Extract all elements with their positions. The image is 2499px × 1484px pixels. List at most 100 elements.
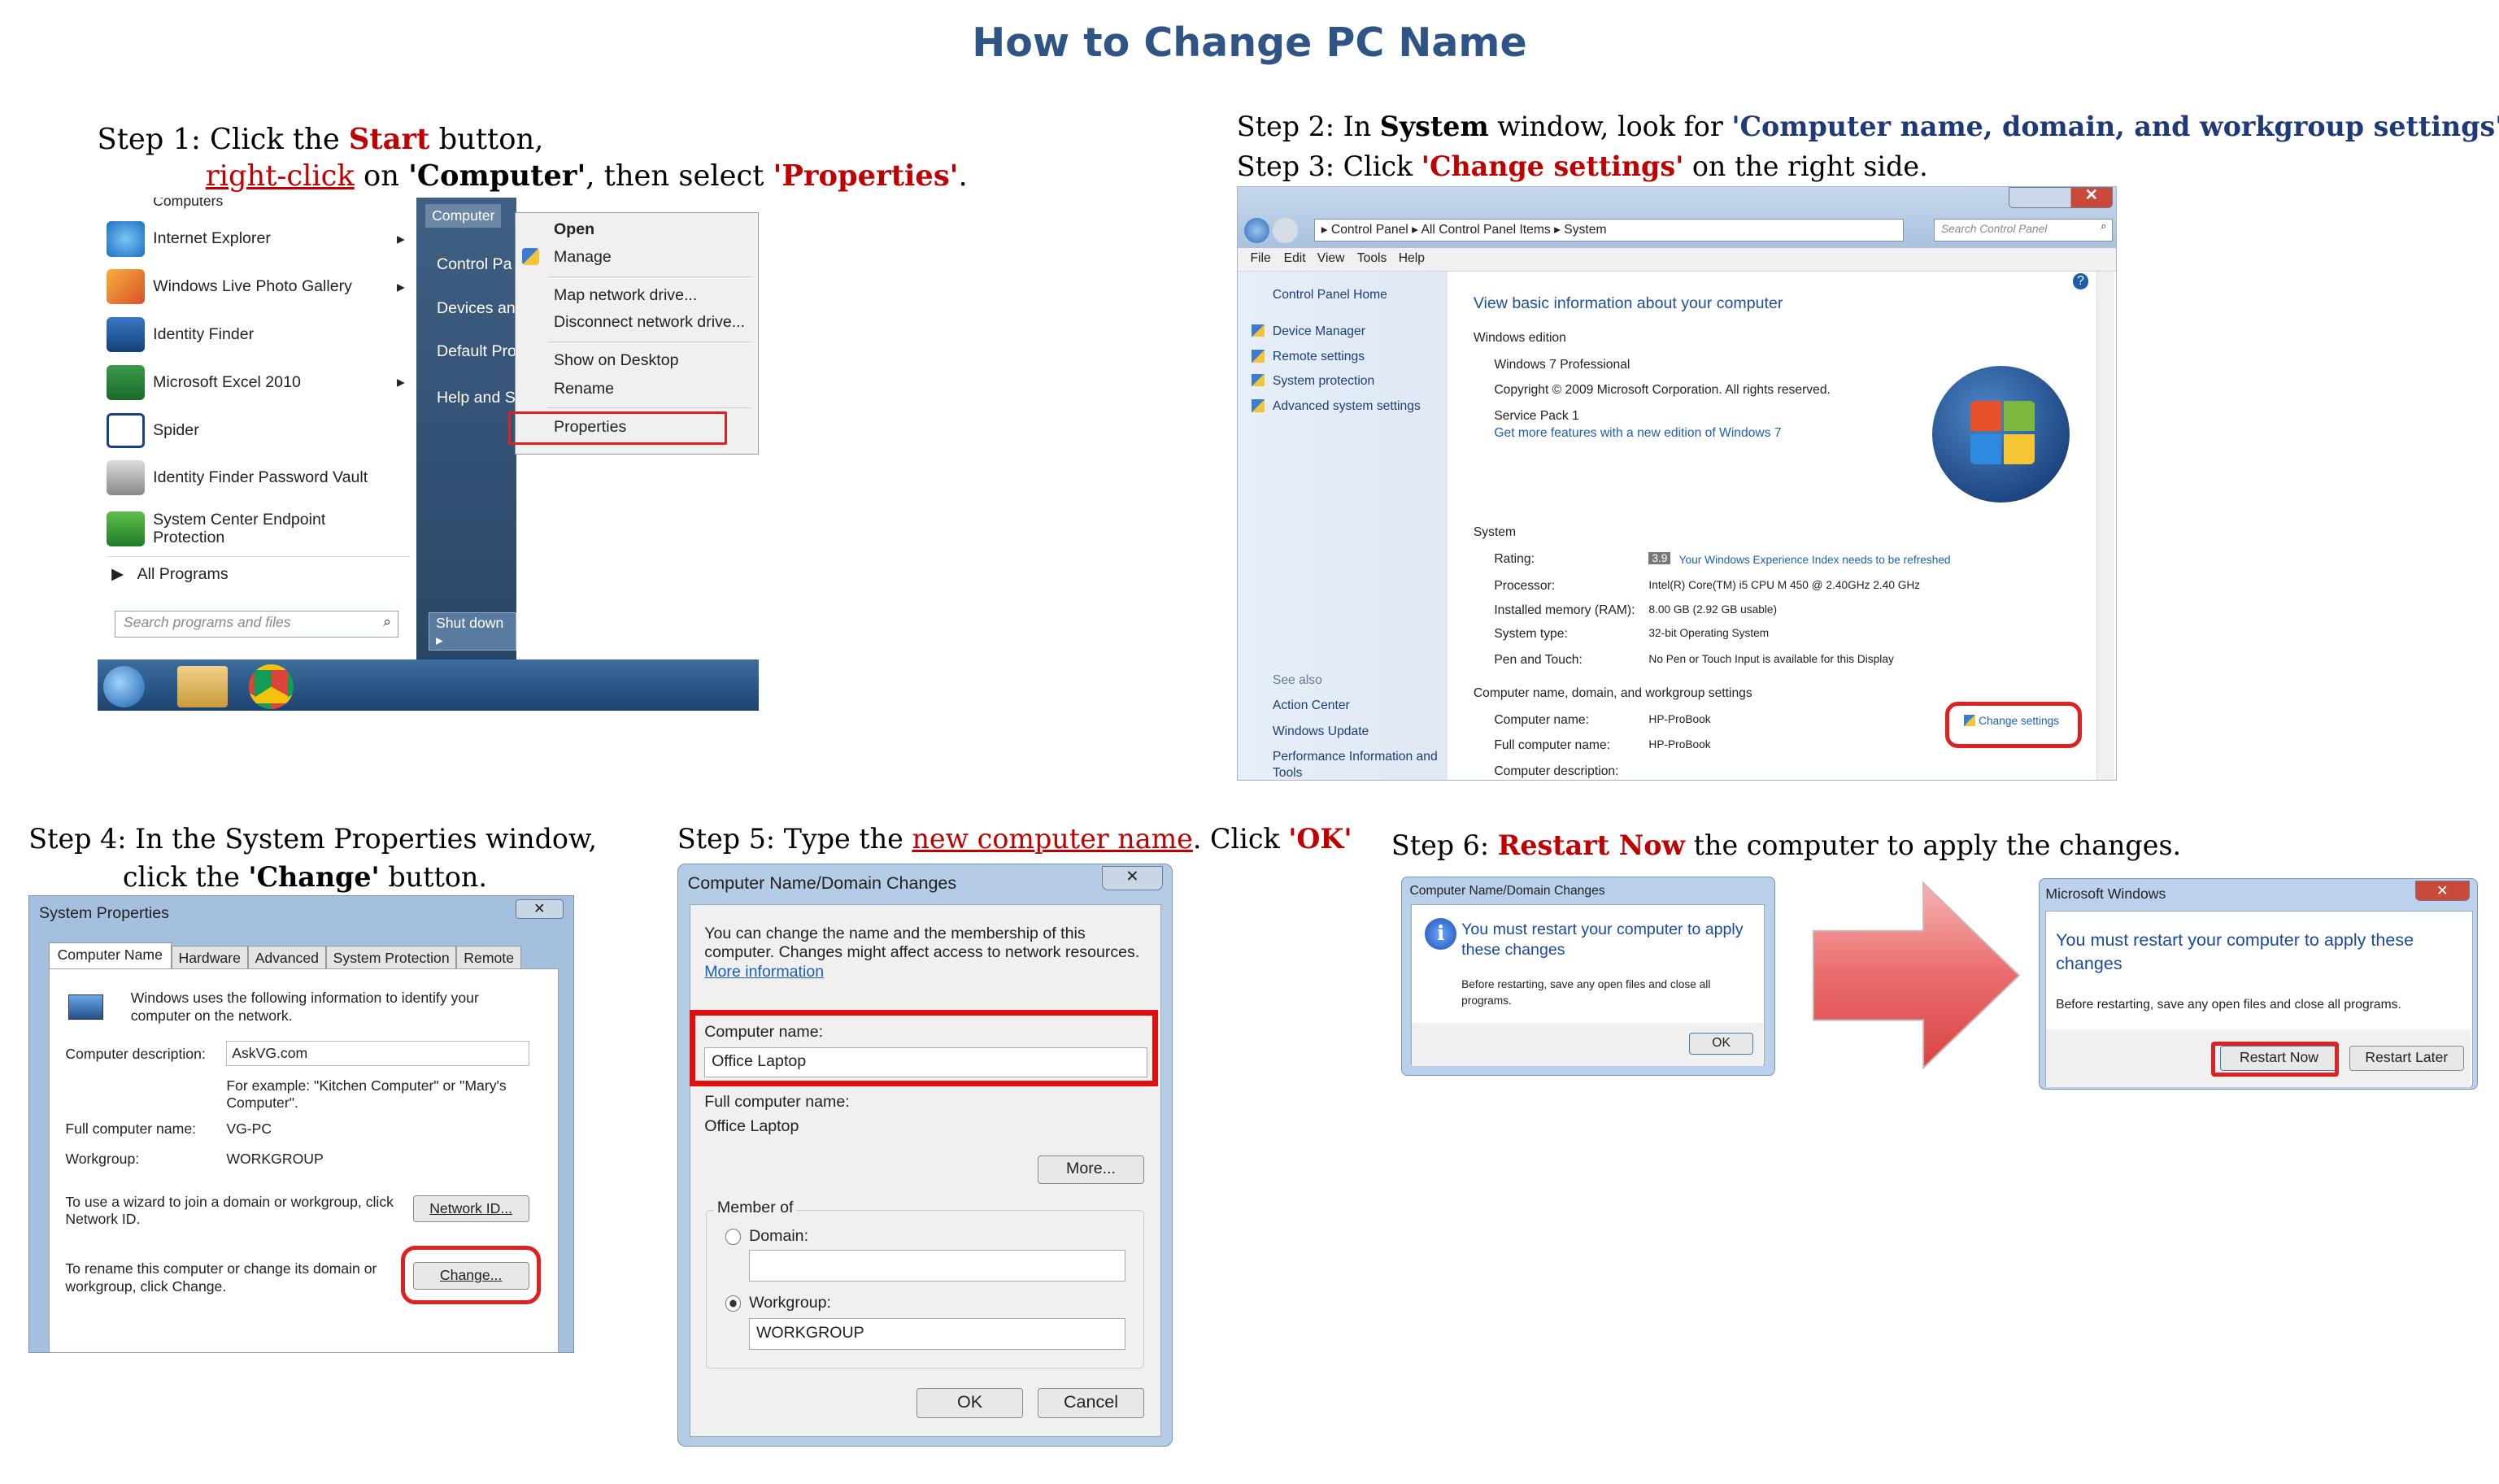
ctx-open[interactable]: Open bbox=[554, 220, 594, 239]
photo-gallery-icon bbox=[107, 269, 146, 305]
all-programs-item[interactable]: ▶ All Programs bbox=[111, 564, 228, 584]
see-also-header: See also bbox=[1272, 673, 1322, 687]
tab-computer-name[interactable]: Computer Name bbox=[48, 942, 172, 970]
network-id-button[interactable]: Network ID... bbox=[412, 1195, 529, 1223]
menu-label: Windows Live Photo Gallery bbox=[153, 277, 352, 296]
close-button[interactable]: ✕ bbox=[515, 899, 564, 919]
tab-remote[interactable]: Remote bbox=[456, 946, 521, 970]
ctx-map-drive[interactable]: Map network drive... bbox=[554, 286, 697, 305]
restart-dialog-1: Computer Name/Domain Changes i You must … bbox=[1400, 876, 1776, 1076]
rating-badge: 3.9 bbox=[1648, 552, 1671, 565]
menu-item-identity-finder[interactable]: Identity Finder bbox=[107, 314, 254, 355]
ok-button[interactable]: OK bbox=[1689, 1032, 1753, 1055]
crumb[interactable]: All Control Panel Items bbox=[1421, 223, 1550, 237]
start-orb-icon[interactable] bbox=[103, 666, 146, 708]
spider-icon bbox=[107, 412, 146, 448]
explorer-icon[interactable] bbox=[176, 666, 229, 708]
dialog-body: i You must restart your computer to appl… bbox=[1411, 904, 1765, 1067]
menu-item-internet-explorer[interactable]: Internet Explorer ▸ bbox=[107, 218, 405, 259]
wei-link[interactable]: Your Windows Experience Index needs to b… bbox=[1679, 554, 1951, 566]
menu-item-spider[interactable]: Spider bbox=[107, 410, 199, 451]
nav-remote-settings[interactable]: Remote settings bbox=[1273, 350, 1365, 364]
ctx-rename[interactable]: Rename bbox=[554, 380, 614, 398]
scrollbar[interactable] bbox=[2096, 272, 2114, 781]
right-click-link[interactable]: right-click bbox=[206, 159, 355, 193]
change-word: 'Change' bbox=[248, 861, 380, 894]
tab-strip: Computer Name Hardware Advanced System P… bbox=[48, 942, 521, 970]
ok-button[interactable]: OK bbox=[916, 1388, 1024, 1419]
highlight-computer-name bbox=[689, 1009, 1158, 1086]
computer-icon bbox=[68, 994, 104, 1021]
cn-settings-phrase: 'Computer name, domain, and workgroup se… bbox=[1731, 111, 2499, 143]
workgroup-radio[interactable] bbox=[725, 1295, 742, 1312]
crumb[interactable]: Control Panel bbox=[1331, 223, 1408, 237]
computer-name-dialog-screenshot: Computer Name/Domain Changes ✕ You can c… bbox=[677, 864, 1173, 1447]
nav-pane: Control Panel Home Device Manager Remote… bbox=[1237, 272, 1448, 781]
nav-device-manager[interactable]: Device Manager bbox=[1273, 324, 1365, 339]
description-input[interactable]: AskVG.com bbox=[226, 1040, 529, 1067]
menu-item-password-vault[interactable]: Identity Finder Password Vault bbox=[107, 457, 368, 498]
shutdown-button[interactable]: Shut down ▸ bbox=[429, 611, 516, 651]
menu-view[interactable]: View bbox=[1317, 251, 1345, 266]
new-computer-name-link[interactable]: new computer name bbox=[912, 823, 1192, 855]
close-button[interactable]: ✕ bbox=[1102, 866, 1163, 890]
menu-tools[interactable]: Tools bbox=[1357, 251, 1387, 266]
nav-performance-tools[interactable]: Tools bbox=[1273, 766, 1303, 781]
computer-word: 'Computer' bbox=[408, 159, 586, 194]
domain-input[interactable] bbox=[749, 1249, 1125, 1282]
start-menu-right-pane: Computer Control Pa Devices an Default P… bbox=[416, 198, 516, 660]
close-button[interactable]: ✕ bbox=[2415, 880, 2470, 902]
back-icon[interactable] bbox=[1243, 217, 1269, 243]
nav-control-panel-home[interactable]: Control Panel Home bbox=[1273, 288, 1387, 302]
domain-radio[interactable] bbox=[725, 1229, 742, 1245]
nav-system-protection[interactable]: System protection bbox=[1273, 374, 1374, 389]
ctx-manage[interactable]: Manage bbox=[554, 248, 612, 267]
menu-bar: File Edit View Tools Help bbox=[1237, 247, 2116, 272]
help-icon[interactable]: ? bbox=[2072, 273, 2089, 289]
ctx-disconnect-drive[interactable]: Disconnect network drive... bbox=[554, 313, 745, 332]
devices-item[interactable]: Devices an bbox=[437, 299, 516, 318]
vault-icon bbox=[107, 460, 146, 496]
nav-windows-update[interactable]: Windows Update bbox=[1273, 725, 1369, 739]
workgroup-input[interactable]: WORKGROUP bbox=[749, 1317, 1125, 1350]
address-bar[interactable]: ▸ Control Panel ▸ All Control Panel Item… bbox=[1313, 219, 1904, 242]
system-properties-screenshot: System Properties ✕ Computer Name Hardwa… bbox=[28, 895, 574, 1353]
more-info-link[interactable]: More information bbox=[704, 963, 824, 981]
tab-hardware[interactable]: Hardware bbox=[171, 946, 248, 970]
tab-advanced[interactable]: Advanced bbox=[247, 946, 326, 970]
forward-icon[interactable] bbox=[1272, 217, 1299, 243]
menu-item-excel[interactable]: Microsoft Excel 2010 ▸ bbox=[107, 362, 405, 403]
computer-item[interactable]: Computer bbox=[425, 203, 502, 228]
menu-edit[interactable]: Edit bbox=[1284, 251, 1306, 266]
menu-help[interactable]: Help bbox=[1399, 251, 1425, 266]
main-heading: View basic information about your comput… bbox=[1473, 294, 1783, 312]
restart-later-button[interactable]: Restart Later bbox=[2349, 1045, 2464, 1071]
more-features-link[interactable]: Get more features with a new edition of … bbox=[1494, 426, 1781, 441]
cancel-button[interactable]: Cancel bbox=[1037, 1388, 1145, 1419]
menu-item-endpoint-protection[interactable]: System Center Endpoint Protection bbox=[107, 508, 346, 550]
more-button[interactable]: More... bbox=[1037, 1155, 1145, 1185]
crumb[interactable]: System bbox=[1564, 223, 1606, 237]
ctx-show-desktop[interactable]: Show on Desktop bbox=[554, 351, 678, 370]
control-panel-item[interactable]: Control Pa bbox=[437, 255, 512, 274]
help-item[interactable]: Help and S bbox=[437, 389, 516, 407]
default-programs-item[interactable]: Default Pro bbox=[437, 342, 516, 361]
computer-name-value: HP-ProBook bbox=[1648, 713, 1711, 725]
nav-action-center[interactable]: Action Center bbox=[1273, 698, 1350, 713]
shield-icon bbox=[1252, 398, 1265, 412]
dialog-sub: Before restarting, save any open files a… bbox=[2056, 997, 2401, 1012]
menu-item-photo-gallery[interactable]: Windows Live Photo Gallery ▸ bbox=[107, 266, 405, 307]
nav-advanced-settings[interactable]: Advanced system settings bbox=[1273, 399, 1421, 414]
chrome-icon[interactable] bbox=[248, 664, 294, 710]
close-icon[interactable]: ✕ bbox=[2085, 187, 2098, 205]
tab-system-protection[interactable]: System Protection bbox=[325, 946, 457, 970]
search-programs-input[interactable]: Search programs and files ⌕ bbox=[115, 610, 398, 638]
search-control-panel-input[interactable]: Search Control Panel ⌕ bbox=[1934, 219, 2113, 242]
workgroup-value: WORKGROUP bbox=[226, 1151, 324, 1167]
nav-performance-info[interactable]: Performance Information and bbox=[1273, 750, 1438, 764]
menu-item-computers[interactable]: Computers bbox=[153, 198, 223, 210]
arrow-right-icon: ▸ bbox=[396, 229, 405, 248]
window-title: System Properties bbox=[39, 904, 169, 923]
menu-file[interactable]: File bbox=[1250, 251, 1270, 266]
dialog-title: Computer Name/Domain Changes bbox=[1409, 883, 1605, 898]
